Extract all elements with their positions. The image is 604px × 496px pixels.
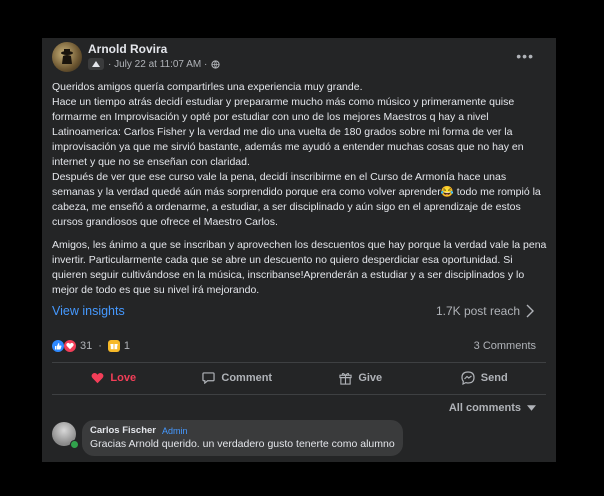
comment-bubble: Carlos Fischer Admin Gracias Arnold quer… — [82, 420, 403, 456]
love-button[interactable]: Love — [52, 365, 176, 391]
post-paragraph: Queridos amigos quería compartirles una … — [52, 81, 541, 228]
heart-icon — [91, 373, 104, 384]
hat-silhouette-icon — [61, 49, 73, 64]
comments-count-link[interactable]: 3 Comments — [474, 340, 536, 352]
comment-filter-dropdown[interactable]: All comments — [449, 402, 536, 414]
divider — [52, 362, 546, 363]
post-reach-label: 1.7K post reach — [435, 304, 520, 318]
send-button[interactable]: Send — [423, 365, 547, 391]
send-label: Send — [480, 372, 508, 384]
action-bar: Love Comment Give Send — [52, 365, 546, 391]
gift-count: 1 — [123, 340, 131, 352]
comment-header: Carlos Fischer Admin — [90, 425, 395, 436]
messenger-icon — [461, 371, 475, 385]
reaction-count: 31 — [80, 340, 93, 352]
comment-text: Gracias Arnold querido. un verdadero gus… — [90, 438, 395, 450]
comment-button[interactable]: Comment — [176, 365, 300, 391]
love-label: Love — [110, 372, 137, 384]
post-timestamp[interactable]: · July 22 at 11:07 AM · — [108, 59, 207, 70]
page-badge-icon — [88, 58, 104, 70]
online-status-indicator — [70, 440, 79, 449]
more-options-icon[interactable]: ••• — [516, 48, 534, 64]
love-reaction-icon — [64, 340, 76, 352]
give-button[interactable]: Give — [299, 365, 423, 391]
divider — [52, 394, 546, 395]
reactions-summary[interactable]: 31 · 1 — [52, 340, 130, 352]
gift-outline-icon — [339, 372, 352, 385]
chevron-right-icon — [526, 304, 534, 318]
post-meta: · July 22 at 11:07 AM · — [88, 58, 220, 70]
post-card: Arnold Rovira · July 22 at 11:07 AM · ••… — [42, 38, 556, 462]
caret-down-icon — [527, 405, 536, 411]
comment-icon — [202, 372, 216, 384]
give-label: Give — [358, 372, 383, 384]
post-paragraph: Amigos, les ánimo a que se inscriban y a… — [52, 239, 547, 296]
globe-icon — [211, 59, 220, 69]
admin-badge: Admin — [162, 425, 188, 436]
author-name[interactable]: Arnold Rovira — [88, 42, 167, 56]
like-reaction-icon — [52, 340, 64, 352]
comment-filter-label: All comments — [448, 402, 521, 414]
post-body: Queridos amigos quería compartirles una … — [52, 80, 548, 298]
view-insights-link[interactable]: View insights — [52, 304, 125, 318]
author-avatar[interactable] — [52, 42, 82, 72]
gift-icon — [107, 340, 120, 352]
post-reach[interactable]: 1.7K post reach — [436, 304, 534, 318]
separator: · — [98, 340, 102, 352]
commenter-name[interactable]: Carlos Fischer — [90, 425, 156, 436]
comment-label: Comment — [221, 372, 273, 384]
